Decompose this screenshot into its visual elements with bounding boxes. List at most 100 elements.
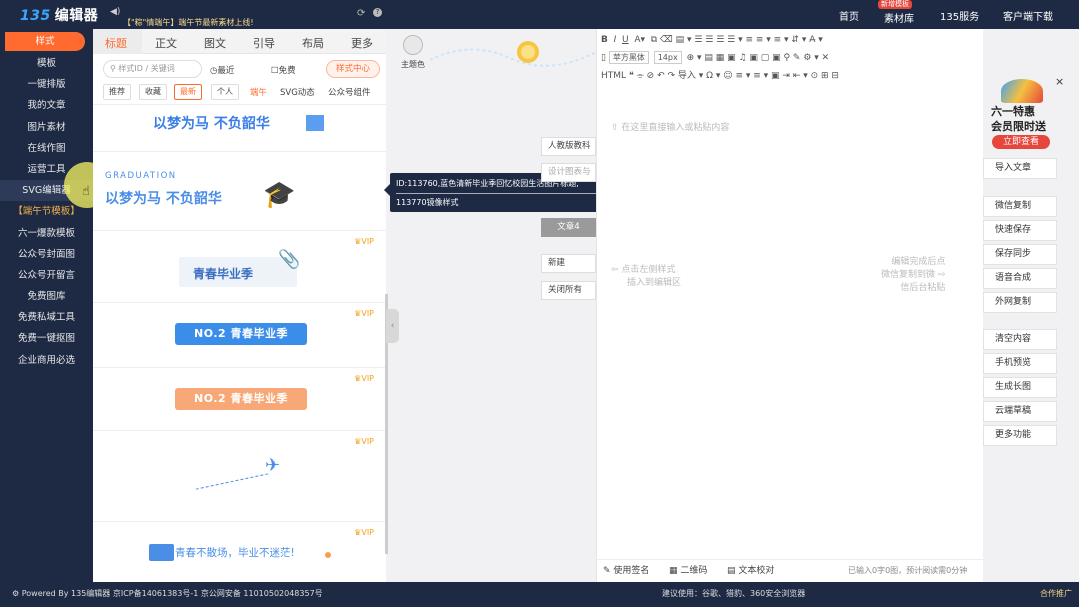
template-item[interactable]: ♛VIP ✈ [93, 431, 386, 522]
more-functions-button[interactable]: 更多功能 [983, 425, 1057, 446]
sidebar-item-image-material[interactable]: 图片素材 [0, 117, 93, 138]
font-size-select[interactable]: 14px [653, 51, 682, 64]
sidebar-item-one-click-layout[interactable]: 一键排版 [0, 74, 93, 95]
font-family-select[interactable]: 苹方黑体 [608, 51, 649, 64]
keyword-components[interactable]: 公众号组件 [328, 86, 371, 98]
sidebar-item-online-drawing[interactable]: 在线作图 [0, 138, 93, 159]
clear-content-button[interactable]: 清空内容 [983, 329, 1057, 350]
sidebar-item-open-comments[interactable]: 公众号开留言 [0, 265, 93, 286]
promo-button[interactable]: 立即查看 [992, 135, 1050, 149]
speaker-icon: ◀) [110, 7, 121, 17]
html-icon[interactable]: HTML [601, 71, 626, 81]
nav-home[interactable]: 首页 [839, 8, 859, 23]
voice-synthesis-button[interactable]: 语音合成 [983, 268, 1057, 289]
bold-icon[interactable]: B [601, 35, 608, 45]
template-item[interactable]: ♛VIP 青春毕业季 📎 [93, 231, 386, 303]
template-title: 以梦为马 不负韶华 [153, 116, 270, 132]
upload-icon: ⇧ [611, 123, 622, 133]
vip-badge: ♛VIP [354, 374, 374, 383]
long-image-button[interactable]: 生成长图 [983, 377, 1057, 398]
keyword-dragon-boat[interactable]: 端午 [250, 86, 267, 98]
font-color-icon[interactable]: A▾ [634, 35, 645, 45]
nav-client-download[interactable]: 客户端下载 [1003, 8, 1053, 23]
collapse-panel-button[interactable]: ‹ [386, 309, 399, 343]
template-item[interactable]: ♛VIP NO.2 青春毕业季 [93, 303, 386, 368]
search-input[interactable]: ⚲ 样式ID / 关键词 [103, 60, 202, 78]
promo-banner[interactable]: × 六一特惠 会员限时送 立即查看 [983, 73, 1079, 155]
tab-more[interactable]: 更多 [351, 35, 373, 51]
misc-icons[interactable]: ❝ ⌯ ⊘ ↶ ↷ 导入 ▾ Ω ▾ ☺ ≡ ▾ ≡ ▾ ▣ ⇥ ⇤ ▾ ⊙ ⊞… [629, 71, 839, 81]
logo[interactable]: 135 编辑器 [20, 5, 98, 25]
template-title: NO.2 青春毕业季 [175, 323, 307, 345]
close-icon[interactable]: × [1055, 75, 1064, 88]
sidebar-item-template[interactable]: 模板 [0, 53, 93, 74]
announcement[interactable]: 【"粽"情端午】端午节最新素材上线! [123, 17, 254, 28]
chip-favorites[interactable]: 收藏 [139, 84, 167, 100]
proofread-button[interactable]: ▤ 文本校对 [727, 560, 774, 582]
signature-button[interactable]: ✎ 使用签名 [603, 560, 649, 582]
footer-browser-tip: 建议使用：谷歌、猎豹、360安全浏览器 [662, 589, 806, 598]
document-icon: ▤ [727, 566, 739, 576]
arrow-right-icon: ⇨ [937, 270, 946, 280]
tab-image-text[interactable]: 图文 [204, 35, 226, 51]
chip-latest[interactable]: 最新 [174, 84, 202, 100]
template-title: 青春毕业季 [193, 267, 254, 281]
quick-save-button[interactable]: 快速保存 [983, 220, 1057, 241]
keyword-svg[interactable]: SVG动态 [280, 86, 315, 98]
sidebar-item-enterprise[interactable]: 企业商用必选 [0, 350, 93, 371]
sidebar-item-childrens-day[interactable]: 六一爆款模板 [0, 223, 93, 244]
wechat-copy-button[interactable]: 微信复制 [983, 196, 1057, 217]
tab-title[interactable]: 标题 [105, 35, 127, 51]
tab-body[interactable]: 正文 [155, 35, 177, 51]
arrow-left-icon: ⇦ [611, 265, 622, 275]
template-item[interactable]: GRADUATION 以梦为马 不负韶华 🎓 [93, 152, 386, 231]
nav-materials[interactable]: 素材库 [884, 10, 914, 25]
article-tab-current[interactable]: 文章4 [541, 218, 596, 237]
settings-icon: ⚙ [12, 589, 22, 598]
filter-free[interactable]: ☐免费 [271, 64, 296, 76]
sidebar-item-style[interactable]: 样式 [5, 32, 85, 51]
sidebar-item-cutout[interactable]: 免费一键抠图 [0, 328, 93, 349]
page-icon[interactable]: ▯ [601, 53, 606, 63]
paperclip-icon: 📎 [278, 249, 301, 270]
close-all-button[interactable]: 关闭所有 [541, 281, 596, 300]
external-copy-button[interactable]: 外网复制 [983, 292, 1057, 313]
tab-guide[interactable]: 引导 [253, 35, 275, 51]
chip-recommended[interactable]: 推荐 [103, 84, 131, 100]
mobile-preview-button[interactable]: 手机预览 [983, 353, 1057, 374]
sidebar-item-private-domain-tools[interactable]: 免费私域工具 [0, 307, 93, 328]
import-article-button[interactable]: 导入文章 [983, 158, 1057, 179]
sidebar-item-free-gallery[interactable]: 免费图库 [0, 286, 93, 307]
template-decor [325, 552, 331, 558]
theme-color-button[interactable]: 主题色 [398, 35, 428, 70]
footer-partner-link[interactable]: 合作推广 [1040, 582, 1072, 605]
new-article-button[interactable]: 新建 [541, 254, 596, 273]
style-center-button[interactable]: 样式中心 [326, 60, 380, 78]
editor-placeholder[interactable]: ⇧ 在这里直接输入或粘贴内容 [611, 120, 729, 133]
cloud-draft-button[interactable]: 云端草稿 [983, 401, 1057, 422]
editor-hint-left: ⇦ 点击左侧样式 插入到编辑区 [611, 265, 682, 288]
format-icons[interactable]: ⧉ ⌫ ▤ ▾ ☰ ☰ ☰ ☰ ▾ ≡ ≡ ▾ ≡ ▾ ⇵ ▾ A̶ ▾ [651, 35, 823, 45]
sidebar-item-cover-image[interactable]: 公众号封面图 [0, 244, 93, 265]
article-tab-2[interactable]: 设计图表与 [541, 163, 596, 182]
template-list: 以梦为马 不负韶华 GRADUATION 以梦为马 不负韶华 🎓 ♛VIP 青春… [93, 104, 386, 582]
sidebar-item-my-articles[interactable]: 我的文章 [0, 95, 93, 116]
template-item[interactable]: ♛VIP NO.2 青春毕业季 [93, 368, 386, 431]
filter-recent[interactable]: ◷最近 [210, 64, 234, 76]
italic-icon[interactable]: I [614, 35, 617, 45]
qrcode-button[interactable]: ▦ 二维码 [669, 560, 707, 582]
refresh-icon[interactable]: ⟳ [357, 8, 365, 19]
nav-services[interactable]: 135服务 [940, 8, 979, 23]
underline-icon[interactable]: U [622, 35, 629, 45]
editor-hint-right: 编辑完成后点 微信复制到微 ⇨ 信后台粘贴 [881, 257, 946, 293]
tab-layout[interactable]: 布局 [302, 35, 324, 51]
editor-toolbar-row-2: ▯ 苹方黑体 14px ⊕ ▾ ▤ ▦ ▣ ♫ ▣ ▢ ▣ ⚲ ✎ ⚙ ▾ ✕ [597, 50, 984, 67]
insert-icons[interactable]: ⊕ ▾ ▤ ▦ ▣ ♫ ▣ ▢ ▣ ⚲ ✎ ⚙ ▾ ✕ [687, 53, 830, 63]
chip-personal[interactable]: 个人 [211, 84, 239, 100]
help-icon[interactable]: ? [373, 8, 382, 17]
article-tab-1[interactable]: 人教版教科 [541, 137, 596, 156]
save-sync-button[interactable]: 保存同步 [983, 244, 1057, 265]
template-item[interactable]: ♛VIP 青春不散场，毕业不迷茫! [93, 522, 386, 582]
template-item[interactable]: 以梦为马 不负韶华 [93, 105, 386, 152]
vip-badge: ♛VIP [354, 528, 374, 537]
